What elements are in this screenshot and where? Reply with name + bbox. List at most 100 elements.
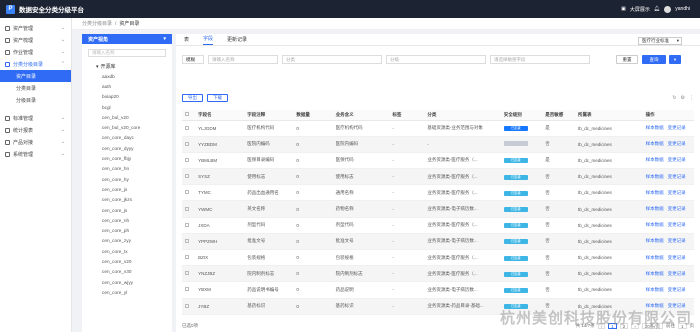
column-header[interactable]: 是否敏感 xyxy=(542,110,575,121)
sidebar-sub-asset-catalog[interactable]: 资产目录 xyxy=(0,70,71,82)
bell-icon[interactable]: 🔔︎ xyxy=(654,6,660,12)
tree-item[interactable]: cen_core_yl xyxy=(82,287,172,297)
table-row[interactable]: SYSZ 使用标志 0 使用标志 - 业务资源类-医疗服务（... 已定级否 tb_dc_me… xyxy=(182,168,694,186)
more-icon[interactable]: ⋮ xyxy=(689,95,694,101)
match-mode-select[interactable]: 模糊 xyxy=(182,55,204,64)
row-checkbox[interactable] xyxy=(182,136,196,153)
change-log-link[interactable]: 变更记录 xyxy=(668,255,686,260)
table-row[interactable]: BZIX 包装规格 0 包装规格 - 业务资源类-医疗服务（... 已定级否 tb_dc_me… xyxy=(182,249,694,267)
tree-search-input[interactable]: 请输入名称 xyxy=(88,49,166,57)
tree-item[interactable]: cen_core_tx xyxy=(82,246,172,256)
tree-root-node[interactable]: ▾ 开源库 xyxy=(82,62,172,71)
industry-standard-select[interactable]: 医疗行业标准 ▾ xyxy=(638,37,682,45)
sample-data-link[interactable]: 样本数据 xyxy=(646,157,664,162)
sample-data-link[interactable]: 样本数据 xyxy=(646,206,664,211)
tree-item[interactable]: cen_core_hy xyxy=(82,174,172,184)
download-button[interactable]: 下载 xyxy=(207,94,228,102)
sample-data-link[interactable]: 样本数据 xyxy=(646,190,664,195)
tree-item[interactable]: cen_core_v20 xyxy=(82,256,172,266)
tree-item[interactable]: boiap20 xyxy=(82,92,172,102)
column-header[interactable]: 标签 xyxy=(389,110,425,121)
tree-item[interactable]: cen_core_nh xyxy=(82,215,172,225)
tree-item[interactable]: cen_core_js xyxy=(82,184,172,194)
tree-item[interactable]: cen_bul_v20 xyxy=(82,112,172,122)
column-header[interactable]: 分类 xyxy=(424,110,501,121)
tab-update-log[interactable]: 更新记录 xyxy=(227,36,247,45)
row-checkbox[interactable] xyxy=(182,233,196,251)
tab-field[interactable]: 字段 xyxy=(203,35,214,45)
class-select[interactable]: 分类 xyxy=(282,55,382,64)
search-button[interactable]: 查询 xyxy=(642,55,666,64)
row-checkbox[interactable] xyxy=(182,200,196,218)
tree-item[interactable]: auth xyxy=(82,81,172,91)
tree-item[interactable]: bcgl xyxy=(82,102,172,112)
avatar[interactable] xyxy=(664,5,672,13)
tree-view-select[interactable]: 资产视角 ▾ xyxy=(82,34,172,44)
tree-item[interactable]: cen_core_v30 xyxy=(82,267,172,277)
row-checkbox[interactable] xyxy=(182,120,196,137)
table-row[interactable]: YWMC 英文名称 0 药物名称 - 业务资源类-电子病历数... 已定级 否 tb_dc_me… xyxy=(182,200,694,218)
screen-icon[interactable]: ▣ xyxy=(621,6,626,12)
row-checkbox[interactable] xyxy=(182,249,196,267)
table-row[interactable]: YBXM 药品说明书编号 0 药品说明 - 业务资源类-电子病历数... 已定级 否 tb_dc… xyxy=(182,281,694,299)
breadcrumb-parent[interactable]: 分类分级目录 xyxy=(82,20,112,27)
tree-item[interactable]: aaxdb xyxy=(82,71,172,81)
column-header[interactable]: 所属表 xyxy=(574,110,643,121)
change-log-link[interactable]: 变更记录 xyxy=(668,271,686,276)
tab-table[interactable]: 表 xyxy=(184,36,189,45)
tree-item[interactable]: cen_core_hn xyxy=(82,164,172,174)
expand-filter-button[interactable]: ▾ xyxy=(669,55,681,64)
change-log-link[interactable]: 变更记录 xyxy=(668,287,686,292)
gear-icon[interactable]: ⚙ xyxy=(681,95,685,101)
sample-data-link[interactable]: 样本数据 xyxy=(646,287,664,292)
table-row[interactable]: TYMC 药品出血通用名 0 通用名称 - 业务资源类-医疗服务（... 已定级 否 tb_dc… xyxy=(182,184,694,202)
sample-data-link[interactable]: 样本数据 xyxy=(646,174,664,179)
sidebar-item-classification-catalog[interactable]: 分类分级目录 ⌃ xyxy=(0,58,71,70)
column-header[interactable]: 操作 xyxy=(642,110,694,121)
tree-item[interactable]: cen_core_dayc xyxy=(82,133,172,143)
change-log-link[interactable]: 变更记录 xyxy=(668,125,686,130)
change-log-link[interactable]: 变更记录 xyxy=(668,141,686,146)
change-log-link[interactable]: 变更记录 xyxy=(668,190,686,195)
tree-item[interactable]: cen_core_zyy xyxy=(82,236,172,246)
column-header[interactable]: 业务含义 xyxy=(332,110,390,121)
select-all-checkbox[interactable] xyxy=(182,110,196,121)
table-row[interactable]: YBMLBM 医保目录编码 0 医保代码 - 业务资源类-医疗服务（... 已定级 是 tb_d… xyxy=(182,152,694,170)
sidebar-item-job-management[interactable]: 作业管理 ⌄ xyxy=(0,46,71,58)
row-checkbox[interactable] xyxy=(182,152,196,170)
sidebar-item-product-integration[interactable]: 产品对接 ⌄ xyxy=(0,136,71,148)
name-search-input[interactable]: 请输入名称 xyxy=(208,55,278,64)
column-header[interactable]: 数据量 xyxy=(293,110,333,121)
row-checkbox[interactable] xyxy=(182,217,196,234)
row-checkbox[interactable] xyxy=(182,168,196,186)
sidebar-item-statistics[interactable]: 统计报表 ⌄ xyxy=(0,124,71,136)
change-log-link[interactable]: 变更记录 xyxy=(668,174,686,179)
table-row[interactable]: YLJGDM 医疗机构代码 0 医疗机构代码 - 基础资源类-业务范围与对象 已定级是 tb_… xyxy=(182,120,694,137)
sidebar-item-asset-management[interactable]: 资产管理 ⌄ xyxy=(0,22,71,34)
row-checkbox[interactable] xyxy=(182,184,196,202)
column-header[interactable]: 字段名 xyxy=(195,110,245,121)
username[interactable]: yandhi xyxy=(675,6,690,12)
sample-data-link[interactable]: 样本数据 xyxy=(646,125,664,130)
row-checkbox[interactable] xyxy=(182,265,196,283)
refresh-icon[interactable]: ↻ xyxy=(672,95,676,101)
sample-data-link[interactable]: 样本数据 xyxy=(646,255,664,260)
sidebar-sub-level-catalog[interactable]: 分级目录 xyxy=(0,94,71,106)
tree-item[interactable]: cen_core_ph xyxy=(82,225,172,235)
tree-item[interactable]: cen_core_js xyxy=(82,205,172,215)
tree-item[interactable]: cen_core_dyyy xyxy=(82,143,172,153)
change-log-link[interactable]: 变更记录 xyxy=(668,222,686,227)
sidebar-sub-class-catalog[interactable]: 分类目录 xyxy=(0,82,71,94)
table-row[interactable]: YPPZWH 批准文号 0 批准文号 - 业务资源类-电子病历数... 已定级否 tb_dc_… xyxy=(182,233,694,251)
sensitive-select[interactable]: 请选择敏感字段 xyxy=(490,55,590,64)
sidebar-item-asset-review[interactable]: 资产梳理 ⌄ xyxy=(0,34,71,46)
export-button[interactable]: 导出 xyxy=(182,94,203,102)
tree-item[interactable]: cen_core_fbjy xyxy=(82,153,172,163)
sample-data-link[interactable]: 样本数据 xyxy=(646,238,664,243)
sidebar-item-standard-management[interactable]: 标准管理 ⌄ xyxy=(0,112,71,124)
change-log-link[interactable]: 变更记录 xyxy=(668,157,686,162)
tree-item[interactable]: cen_core_wjyy xyxy=(82,277,172,287)
row-checkbox[interactable] xyxy=(182,281,196,299)
column-header[interactable]: 字段注释 xyxy=(244,110,294,121)
reset-button[interactable]: 重置 xyxy=(616,55,638,64)
